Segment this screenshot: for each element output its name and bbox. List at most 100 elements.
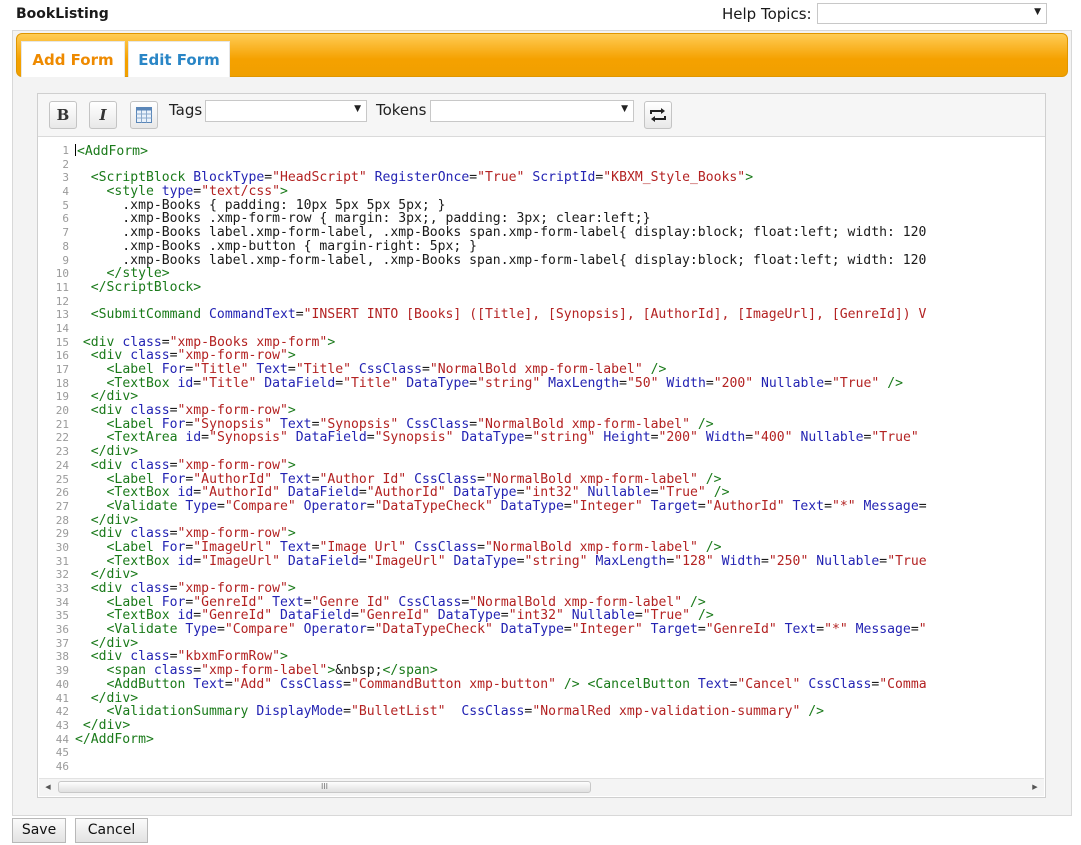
code-line: <Validate Type="Compare" Operator="DataT… [106,622,927,638]
line-number: 12 [55,294,69,308]
line-number: 46 [55,759,69,773]
code-line: <AddButton Text="Add" CssClass="CommandB… [106,676,927,692]
line-number: 4 [62,185,69,199]
code-line: .xmp-Books label.xmp-form-label, .xmp-Bo… [75,252,927,268]
tab-add-form[interactable]: Add Form [21,41,125,77]
line-number: 29 [55,527,69,541]
code-text[interactable]: <AddForm>​ <ScriptBlock BlockType="HeadS… [75,144,1045,774]
line-number: 26 [55,486,69,500]
tab-edit-form[interactable]: Edit Form [128,41,230,77]
line-number: 6 [62,212,69,226]
code-line: <TextBox id="ImageUrl" DataField="ImageU… [106,553,927,569]
line-number: 15 [55,335,69,349]
code-line: <Label For="AuthorId" Text="Author Id" C… [106,471,722,487]
code-line: <Label For="Title" Text="Title" CssClass… [106,362,667,377]
line-number: 17 [55,363,69,376]
line-number: 37 [55,636,69,650]
cancel-button[interactable]: Cancel [75,818,148,843]
italic-button[interactable]: I [89,101,117,129]
line-number: 27 [55,499,69,513]
code-line: ​ [75,322,1045,336]
tags-label: Tags [169,101,203,119]
help-topics-label: Help Topics: [722,5,812,23]
line-number: 23 [55,445,69,459]
code-line: <div class="xmp-form-row"> [90,457,296,473]
text-cursor [75,144,76,156]
line-number: 7 [62,226,69,240]
line-number: 9 [62,253,69,267]
table-icon [136,107,152,123]
line-number: 14 [55,321,69,335]
code-line: </div> [90,690,139,706]
line-number: 39 [55,664,69,678]
line-number-gutter: 1 2 3 4 5 6 7 8 9 10 11 12 13 14 15 16 17 18 19 20 21 22 23 24 2… [39,144,69,774]
line-number: 5 [62,198,69,212]
code-line: </div> [90,567,139,583]
code-line: <Label For="Synopsis" Text="Synopsis" Cs… [106,416,714,432]
code-line: <Label For="GenreId" Text="Genre Id" Css… [106,594,706,610]
code-line: <AddForm> [75,144,148,159]
code-line: .xmp-Books { padding: 10px 5px 5px 5px; … [75,197,446,213]
line-number: 16 [55,349,69,363]
line-number: 40 [55,677,69,691]
line-number: 13 [55,308,69,322]
line-number: 3 [62,171,69,185]
code-line: </ScriptBlock> [90,279,202,295]
line-number: 36 [55,623,69,637]
code-line: </AddForm> [75,731,154,747]
tokens-label: Tokens [376,101,427,119]
table-button[interactable] [130,101,158,129]
line-number: 24 [55,458,69,472]
chevron-down-icon: ▼ [354,104,361,114]
line-number: 18 [55,376,69,390]
line-number: 42 [55,705,69,719]
tags-select[interactable]: ▼ [205,100,367,122]
scroll-right-icon[interactable]: ▶ [1027,779,1043,795]
line-number: 30 [55,540,69,554]
code-line: </div> [82,717,131,733]
tab-bar: Add Form Edit Form [16,33,1068,77]
code-line: .xmp-Books .xmp-form-row { margin: 3px;,… [75,211,651,227]
code-line: </div> [90,512,139,528]
code-line: <Validate Type="Compare" Operator="DataT… [106,498,927,514]
code-line: </style> [106,266,170,282]
code-line: <TextBox id="GenreId" DataField="GenreId… [106,608,714,624]
code-area[interactable]: 1 2 3 4 5 6 7 8 9 10 11 12 13 14 15 16 17 18 19 20 21 22 23 24 2… [39,144,1046,774]
code-line: <ScriptBlock BlockType="HeadScript" Regi… [90,170,754,186]
line-number: 44 [55,732,69,746]
code-line: ​ [75,158,1045,172]
line-number: 19 [55,390,69,404]
code-line: <ValidationSummary DisplayMode="BulletLi… [106,704,825,720]
save-button[interactable]: Save [12,818,66,843]
help-topics-select[interactable]: ▼ [817,3,1047,24]
code-line: .xmp-Books .xmp-button { margin-right: 5… [75,238,478,254]
chevron-down-icon: ▼ [1034,7,1041,17]
page-title: BookListing [16,6,109,22]
code-line: <div class="kbxmFormRow"> [90,649,288,665]
editor-toolbar: B I Tags ▼ Tokens ▼ [38,94,1045,137]
toggle-editor-button[interactable] [644,101,672,129]
code-line: <TextBox id="Title" DataField="Title" Da… [106,375,903,391]
code-line: ​ [75,760,1045,774]
scroll-left-icon[interactable]: ◀ [40,779,56,795]
bold-button[interactable]: B [49,101,77,129]
code-line: </div> [90,389,139,405]
line-number: 22 [55,431,69,445]
scrollbar-thumb[interactable]: III [58,781,591,793]
line-number: 32 [55,568,69,582]
code-line: <span class="xmp-form-label">&nbsp;</spa… [106,663,438,679]
horizontal-scrollbar[interactable]: ◀ III ▶ [39,778,1044,796]
tokens-select[interactable]: ▼ [430,100,634,122]
code-line: <TextBox id="AuthorId" DataField="Author… [106,485,730,501]
line-number: 38 [55,650,69,664]
code-line: <div class="xmp-form-row"> [90,403,296,419]
line-number: 35 [55,609,69,623]
line-number: 1 [62,144,69,157]
line-number: 11 [55,280,69,294]
code-line: <div class="xmp-form-row"> [90,348,296,364]
code-line: </div> [90,444,139,460]
italic-icon: I [99,106,107,124]
code-line: <div class="xmp-form-row"> [90,526,296,542]
code-line: ​ [75,295,1045,309]
line-number: 43 [55,718,69,732]
